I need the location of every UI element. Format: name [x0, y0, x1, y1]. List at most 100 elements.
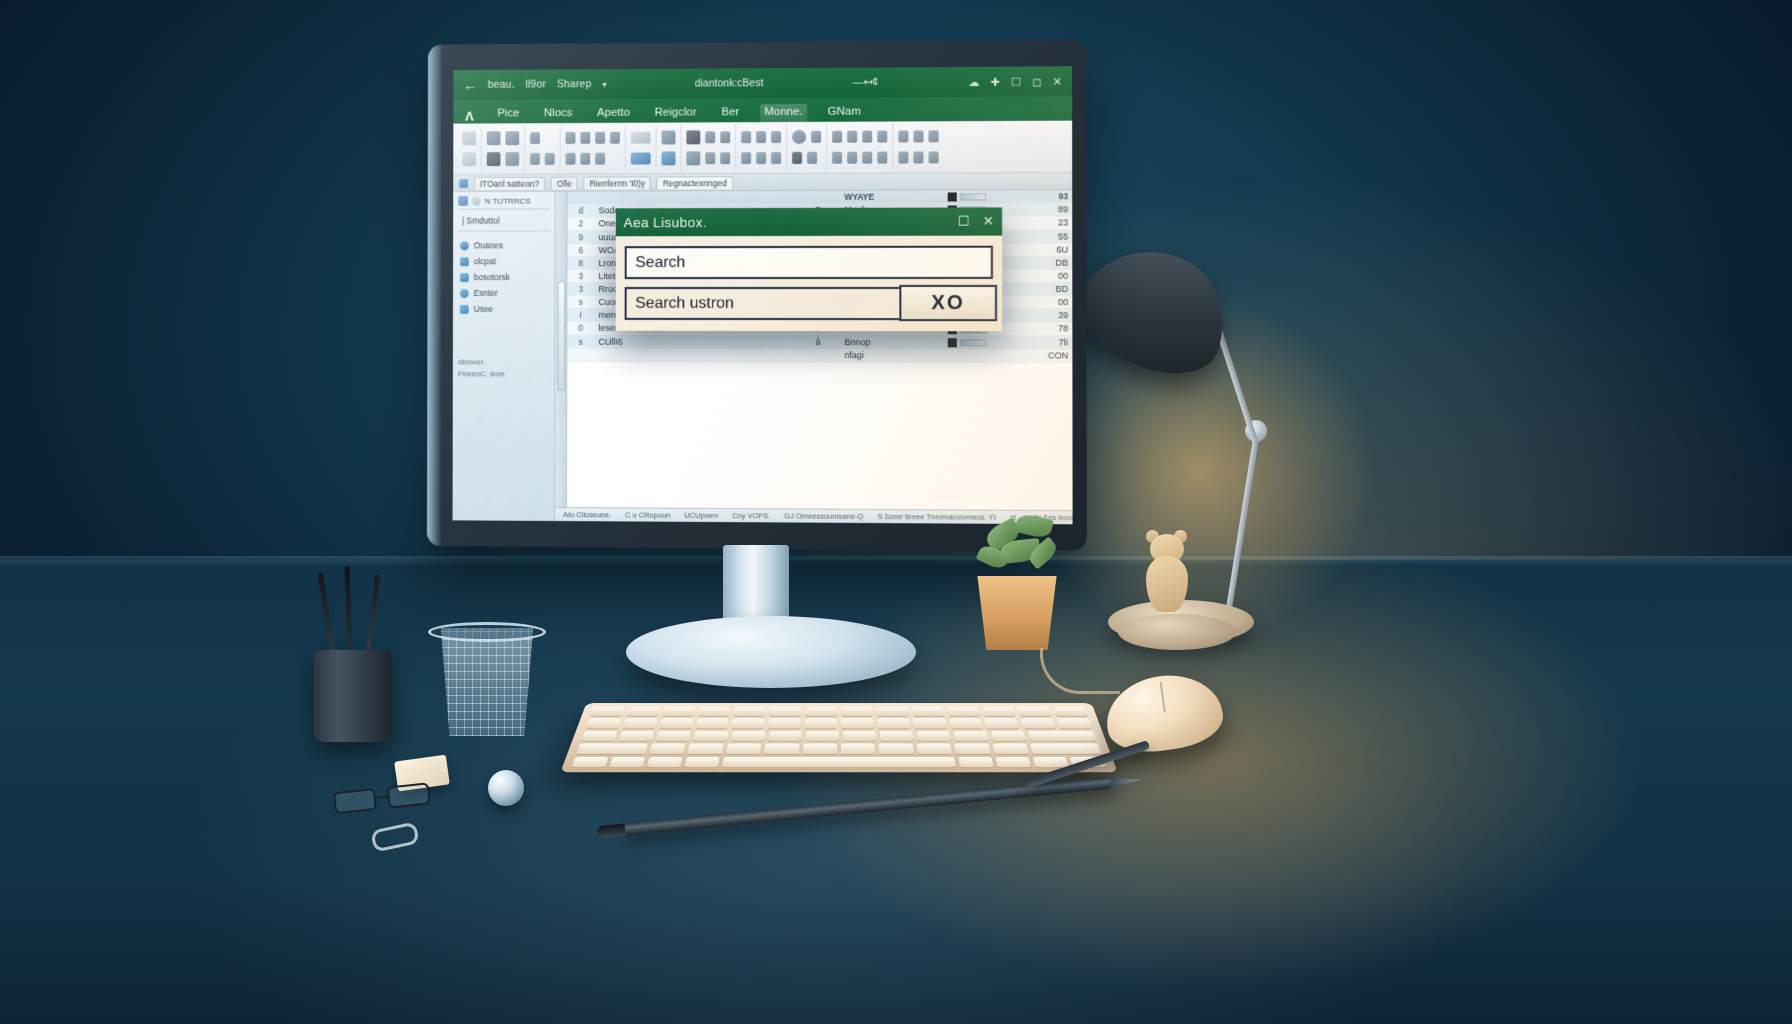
keyboard-key[interactable]: [572, 757, 609, 768]
sparkline-icon[interactable]: [877, 130, 887, 142]
keyboard-key[interactable]: [1030, 744, 1101, 754]
paste-icon[interactable]: [462, 131, 476, 145]
keyboard-key[interactable]: [1021, 719, 1056, 729]
indent-icon[interactable]: [530, 153, 540, 165]
titlebar-item-0[interactable]: beau.: [488, 79, 515, 91]
keyboard-key[interactable]: [805, 707, 837, 716]
keyboard-key[interactable]: [581, 731, 618, 741]
wrap-text-icon[interactable]: [545, 153, 555, 165]
sidebar-item-ouanes[interactable]: Ouanes: [458, 237, 550, 253]
sidebar-item-olcpat[interactable]: olcpat: [458, 253, 550, 269]
timeline-icon[interactable]: [862, 130, 872, 142]
keyboard-key[interactable]: [769, 707, 801, 716]
sort-icon[interactable]: [705, 131, 715, 143]
vertical-scrollbar[interactable]: [555, 192, 567, 521]
cell-row-number[interactable]: 3: [567, 283, 594, 296]
increase-decimal-icon[interactable]: [580, 153, 590, 165]
keyboard-key[interactable]: [768, 731, 802, 741]
decimal-icon[interactable]: [610, 132, 620, 144]
freeze-panes-icon[interactable]: [811, 131, 821, 143]
keyboard-key[interactable]: [656, 731, 692, 741]
keyboard-key[interactable]: [698, 707, 731, 716]
cell-value[interactable]: 78: [1024, 322, 1073, 335]
keyboard-key[interactable]: [954, 744, 990, 754]
cell-row-number[interactable]: 3: [567, 269, 594, 282]
cell-bar[interactable]: [944, 190, 1024, 203]
doc-tab-0[interactable]: ITOanl satteon?: [474, 176, 545, 189]
cell-row-number[interactable]: [567, 192, 594, 205]
keyboard-key[interactable]: [879, 744, 914, 754]
doc-tab-1[interactable]: Olle: [551, 176, 578, 189]
keyboard-key[interactable]: [1053, 707, 1088, 716]
nav-grid-icon[interactable]: [458, 196, 468, 206]
cell-value[interactable]: 89: [1023, 203, 1072, 216]
keyboard-key[interactable]: [949, 719, 983, 729]
cell-row-number[interactable]: I: [567, 309, 594, 322]
cell-code[interactable]: [796, 191, 841, 204]
ungroup-icon[interactable]: [913, 130, 923, 142]
keyboard-key[interactable]: [576, 744, 647, 754]
protect-sheet-icon[interactable]: [771, 152, 781, 164]
ribbon-tab-gnam[interactable]: GNam: [824, 104, 865, 122]
cell-value[interactable]: BD: [1024, 282, 1073, 295]
cell-value[interactable]: 23: [1023, 216, 1072, 229]
chevron-down-icon[interactable]: ▾: [602, 80, 606, 89]
keyboard-key[interactable]: [1027, 731, 1096, 741]
cell-bar[interactable]: [944, 335, 1024, 348]
font-color-icon[interactable]: [505, 152, 519, 166]
cell-value[interactable]: CON: [1024, 349, 1073, 362]
subtotal-icon[interactable]: [929, 130, 939, 142]
copy-icon[interactable]: [462, 152, 476, 166]
consolidate-icon[interactable]: [847, 152, 857, 164]
doc-tab-2[interactable]: Rierrlerrm 'I0)y: [584, 176, 651, 189]
keyboard-key[interactable]: [985, 719, 1020, 729]
table-row[interactable]: WYAYE 93: [567, 190, 1072, 204]
ribbon-tab-reigclor[interactable]: Reigclor: [651, 104, 701, 122]
keyboard-key[interactable]: [841, 719, 874, 729]
cell-row-number[interactable]: 9: [567, 230, 594, 243]
keyboard-key[interactable]: [877, 719, 910, 729]
cell-row-number[interactable]: 8: [567, 256, 594, 269]
cell-row-number[interactable]: s: [567, 296, 594, 309]
keyboard-key[interactable]: [995, 757, 1031, 768]
insert-cells-icon[interactable]: [662, 130, 676, 144]
cloud-icon[interactable]: ☁: [968, 75, 979, 88]
cell-value[interactable]: 00: [1024, 269, 1073, 282]
keyboard-key[interactable]: [982, 707, 1016, 716]
keyboard-key[interactable]: [913, 719, 947, 729]
keyboard-key[interactable]: [626, 707, 660, 716]
outline-settings-icon[interactable]: [929, 152, 939, 164]
hide-detail-icon[interactable]: [913, 152, 923, 164]
replace-icon[interactable]: [705, 153, 715, 165]
ribbon-tab-nlocs[interactable]: Nlocs: [540, 105, 576, 123]
clear-icon[interactable]: [720, 152, 730, 164]
keyboard-key[interactable]: [841, 707, 873, 716]
restore-icon[interactable]: ◻: [1032, 75, 1041, 88]
cell-row-number[interactable]: d: [567, 204, 594, 217]
sheet-icon[interactable]: [459, 179, 468, 188]
keyboard-key[interactable]: [684, 757, 719, 768]
thesaurus-icon[interactable]: [756, 131, 766, 143]
search-suggestion-row[interactable]: Search ustron XO: [624, 287, 992, 320]
keyboard-key[interactable]: [990, 731, 1026, 741]
cell-code[interactable]: [796, 348, 841, 361]
titlebar-item-1[interactable]: ll9or: [525, 79, 546, 91]
keyboard-key[interactable]: [876, 707, 908, 716]
cell-word[interactable]: WYAYE: [840, 191, 943, 204]
slicer-icon[interactable]: [847, 130, 857, 142]
desktop-keyboard[interactable]: [560, 703, 1117, 772]
keyboard-key[interactable]: [1057, 719, 1093, 729]
group-icon[interactable]: [898, 130, 908, 142]
ribbon-tab-ber[interactable]: Ber: [717, 104, 743, 122]
cell-value[interactable]: DB: [1024, 256, 1073, 269]
cell-name[interactable]: [594, 348, 795, 361]
keyboard-key[interactable]: [958, 757, 993, 768]
cell-value[interactable]: 7lI: [1024, 335, 1073, 348]
keyboard-key[interactable]: [768, 719, 801, 729]
keyboard-key[interactable]: [917, 744, 952, 754]
back-arrow-icon[interactable]: ←: [463, 77, 477, 93]
cell-code[interactable]: å: [796, 335, 841, 348]
search-action-button[interactable]: XO: [899, 285, 996, 321]
italic-icon[interactable]: [505, 131, 519, 145]
show-detail-icon[interactable]: [898, 152, 908, 164]
